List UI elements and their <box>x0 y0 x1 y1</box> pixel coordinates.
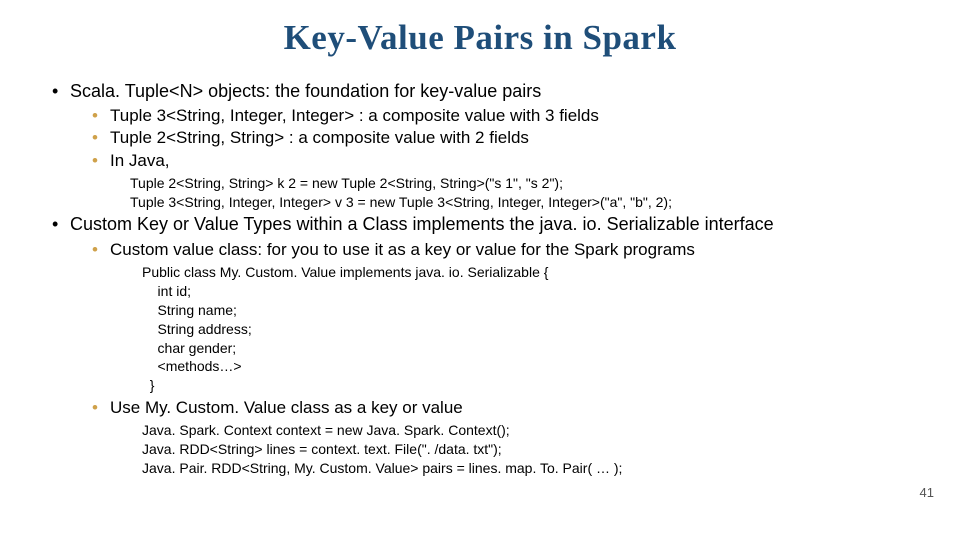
slide: Key-Value Pairs in Spark Scala. Tuple<N>… <box>0 0 960 540</box>
sub-list: Tuple 3<String, Integer, Integer> : a co… <box>70 105 912 171</box>
bullet-in-java: In Java, <box>70 150 912 172</box>
sub-list: Use My. Custom. Value class as a key or … <box>70 397 912 419</box>
bullet-scala-tuple: Scala. Tuple<N> objects: the foundation … <box>48 80 912 211</box>
page-number: 41 <box>920 485 934 500</box>
code-tuple-examples: Tuple 2<String, String> k 2 = new Tuple … <box>70 174 912 212</box>
code-use-custom: Java. Spark. Context context = new Java.… <box>70 421 912 478</box>
bullet-text: Custom Key or Value Types within a Class… <box>70 214 774 234</box>
bullet-use-custom-value: Use My. Custom. Value class as a key or … <box>70 397 912 419</box>
code-custom-class: Public class My. Custom. Value implement… <box>70 263 912 395</box>
bullet-text: Scala. Tuple<N> objects: the foundation … <box>70 81 541 101</box>
bullet-custom-value-class: Custom value class: for you to use it as… <box>70 239 912 261</box>
bullet-custom-types: Custom Key or Value Types within a Class… <box>48 213 912 477</box>
bullet-tuple3: Tuple 3<String, Integer, Integer> : a co… <box>70 105 912 127</box>
bullet-list: Scala. Tuple<N> objects: the foundation … <box>48 80 912 478</box>
sub-list: Custom value class: for you to use it as… <box>70 239 912 261</box>
slide-title: Key-Value Pairs in Spark <box>48 18 912 58</box>
bullet-tuple2: Tuple 2<String, String> : a composite va… <box>70 127 912 149</box>
